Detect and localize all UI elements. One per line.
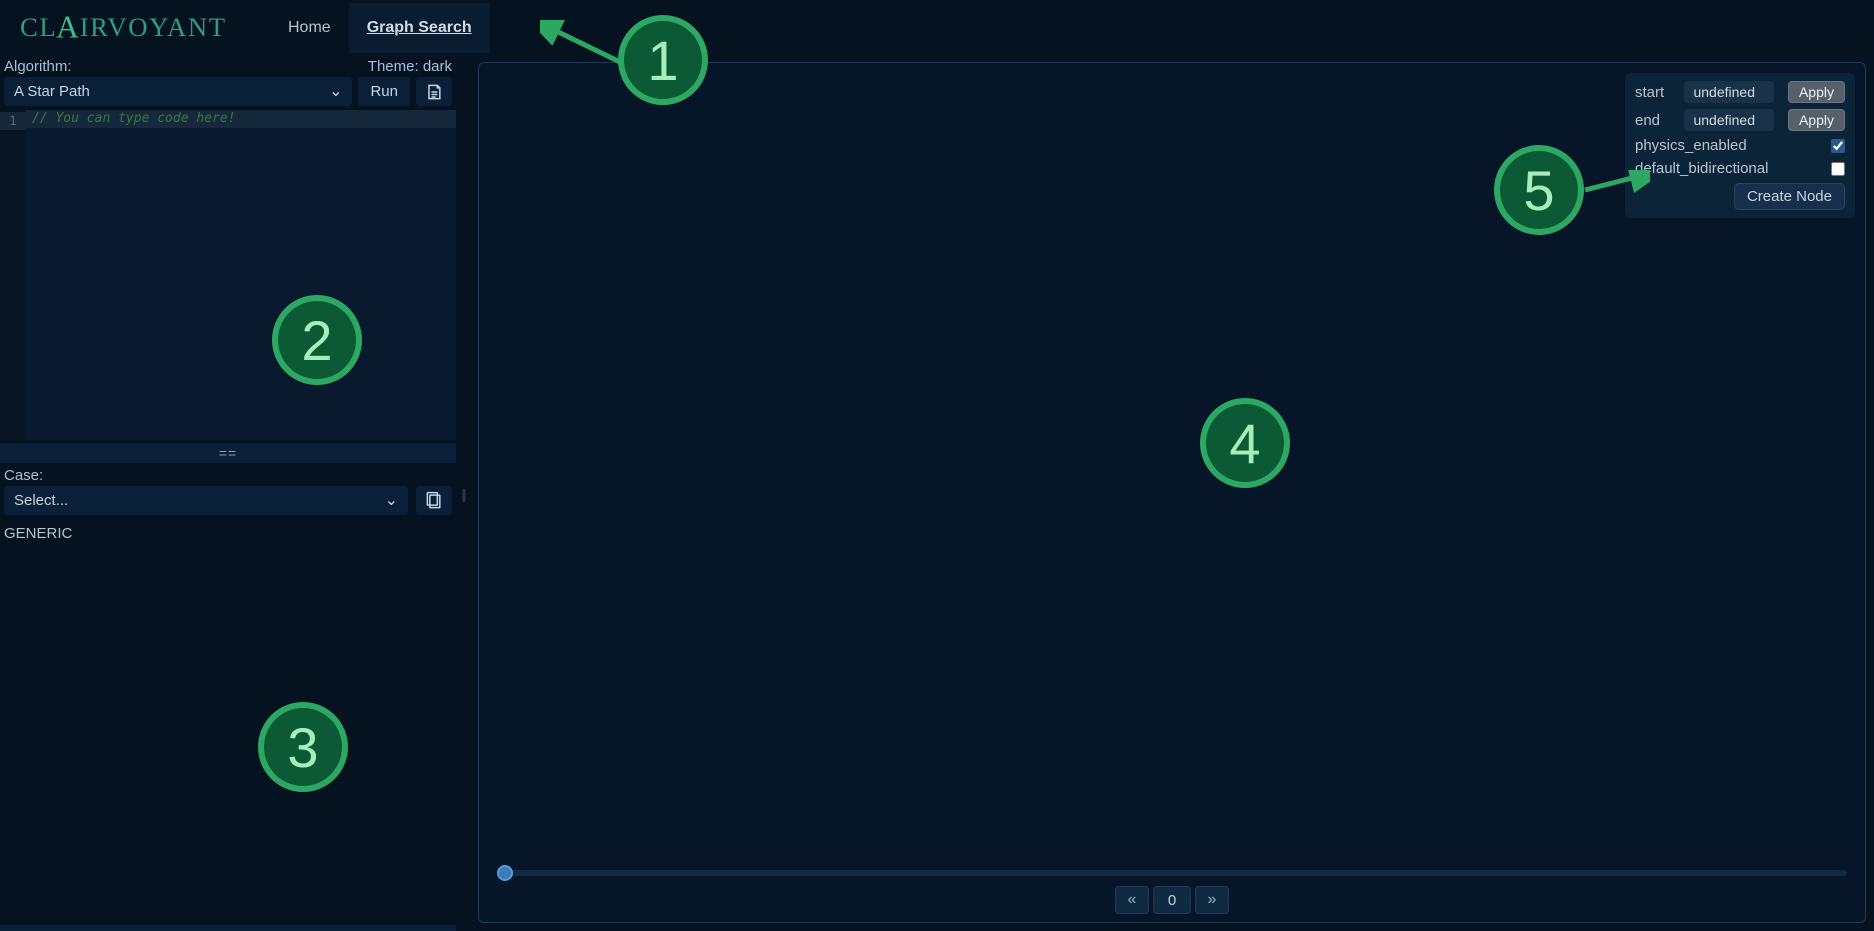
- pane-divider[interactable]: ==: [0, 443, 456, 463]
- script-icon: [424, 82, 444, 102]
- svg-text:CL: CL: [20, 12, 57, 42]
- svg-text:IRVOYANT: IRVOYANT: [80, 12, 227, 42]
- code-editor[interactable]: 1 // You can type code here!: [0, 110, 456, 440]
- step-slider[interactable]: [497, 870, 1847, 876]
- left-pane: Algorithm: Theme: dark A Star Path Run 1: [0, 56, 456, 931]
- end-input[interactable]: [1684, 109, 1774, 131]
- nav-links: Home Graph Search: [270, 3, 490, 53]
- start-apply-button[interactable]: Apply: [1788, 81, 1845, 103]
- end-apply-button[interactable]: Apply: [1788, 109, 1845, 131]
- nav-home[interactable]: Home: [270, 3, 349, 53]
- right-pane: start Apply end Apply physics_enabled: [470, 56, 1874, 931]
- default-bidirectional-label: default_bidirectional: [1635, 160, 1768, 177]
- case-label: Case:: [0, 463, 456, 486]
- step-display: 0: [1153, 886, 1191, 914]
- generic-label: GENERIC: [0, 521, 456, 546]
- code-area[interactable]: // You can type code here!: [26, 110, 456, 440]
- graph-settings-panel: start Apply end Apply physics_enabled: [1625, 73, 1855, 218]
- editor-gutter: 1: [0, 110, 26, 440]
- algorithm-select[interactable]: A Star Path: [4, 77, 352, 106]
- svg-text:A: A: [56, 9, 79, 44]
- vertical-splitter[interactable]: ||: [456, 56, 470, 931]
- graph-canvas-frame: start Apply end Apply physics_enabled: [478, 62, 1866, 923]
- physics-enabled-label: physics_enabled: [1635, 137, 1747, 154]
- clipboard-icon: [424, 491, 444, 511]
- step-prev-button[interactable]: «: [1115, 886, 1149, 914]
- step-next-button[interactable]: »: [1195, 886, 1229, 914]
- clipboard-icon-button[interactable]: [416, 486, 452, 515]
- line-number: 1: [0, 112, 26, 130]
- theme-label[interactable]: Theme: dark: [368, 58, 452, 75]
- physics-enabled-checkbox[interactable]: [1831, 139, 1845, 153]
- default-bidirectional-checkbox[interactable]: [1831, 162, 1845, 176]
- bottom-resize-handle[interactable]: [0, 925, 456, 931]
- start-label: start: [1635, 84, 1671, 101]
- code-comment: // You can type code here!: [26, 110, 456, 128]
- run-button[interactable]: Run: [358, 77, 410, 106]
- app-header: CL A IRVOYANT Home Graph Search: [0, 0, 1874, 56]
- slider-thumb[interactable]: [497, 865, 513, 881]
- nav-graph-search[interactable]: Graph Search: [349, 3, 490, 53]
- logo: CL A IRVOYANT: [20, 8, 240, 48]
- case-select[interactable]: Select...: [4, 486, 408, 515]
- timeline: [479, 864, 1865, 880]
- attach-icon-button[interactable]: [416, 77, 452, 106]
- graph-canvas[interactable]: start Apply end Apply physics_enabled: [479, 63, 1865, 864]
- end-label: end: [1635, 112, 1671, 129]
- create-node-button[interactable]: Create Node: [1734, 183, 1845, 210]
- algorithm-label: Algorithm:: [4, 58, 72, 75]
- start-input[interactable]: [1684, 81, 1774, 103]
